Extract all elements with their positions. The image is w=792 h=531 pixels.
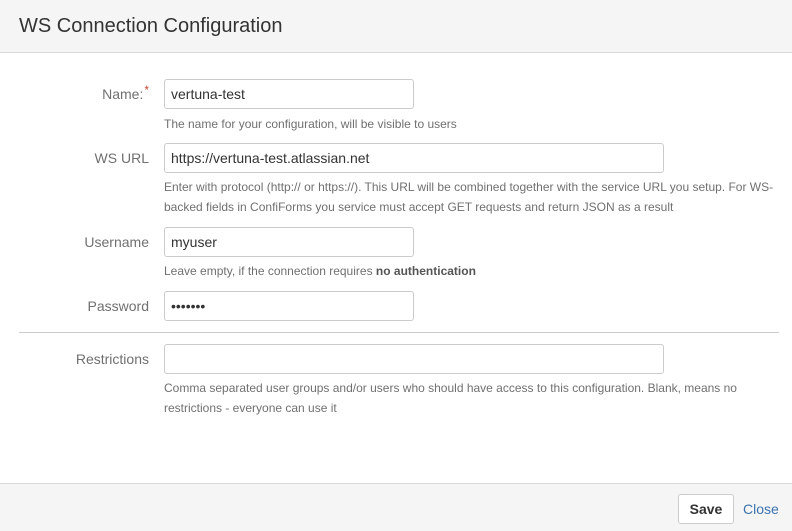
close-link[interactable]: Close <box>743 501 779 517</box>
password-label: Password <box>87 298 149 314</box>
name-input[interactable] <box>164 79 414 109</box>
dialog-title: WS Connection Configuration <box>19 15 283 37</box>
username-help: Leave empty, if the connection requires … <box>164 261 776 281</box>
restrictions-help: Comma separated user groups and/or users… <box>164 378 776 418</box>
ws-url-input[interactable] <box>164 143 664 173</box>
username-label: Username <box>84 234 149 250</box>
ws-url-label: WS URL <box>94 150 149 166</box>
restrictions-label: Restrictions <box>75 351 149 367</box>
name-label-text: Name: <box>102 86 144 102</box>
required-marker: * <box>144 83 149 97</box>
section-divider <box>19 332 779 333</box>
username-help-text: Leave empty, if the connection requires <box>164 264 376 278</box>
name-label: Name:* <box>102 83 149 102</box>
dialog-header: WS Connection Configuration <box>0 0 792 53</box>
restrictions-help-line-1: Comma separated user groups and/or users… <box>164 381 737 395</box>
restrictions-help-line-2: restrictions - everyone can use it <box>164 401 337 415</box>
username-input[interactable] <box>164 227 414 257</box>
password-input[interactable] <box>164 291 414 321</box>
save-button[interactable]: Save <box>678 494 734 524</box>
ws-url-help-line-2: backed fields in ConfiForms you service … <box>164 200 674 214</box>
username-help-bold: no authentication <box>375 264 476 278</box>
name-help: The name for your configuration, will be… <box>164 117 457 131</box>
ws-connection-dialog: WS Connection Configuration Name:* The n… <box>0 0 792 531</box>
ws-url-help-line-1: Enter with protocol (http:// or https://… <box>164 180 774 194</box>
restrictions-input[interactable] <box>164 344 664 374</box>
dialog-footer: Save Close <box>0 483 792 531</box>
ws-url-help: Enter with protocol (http:// or https://… <box>164 177 776 217</box>
